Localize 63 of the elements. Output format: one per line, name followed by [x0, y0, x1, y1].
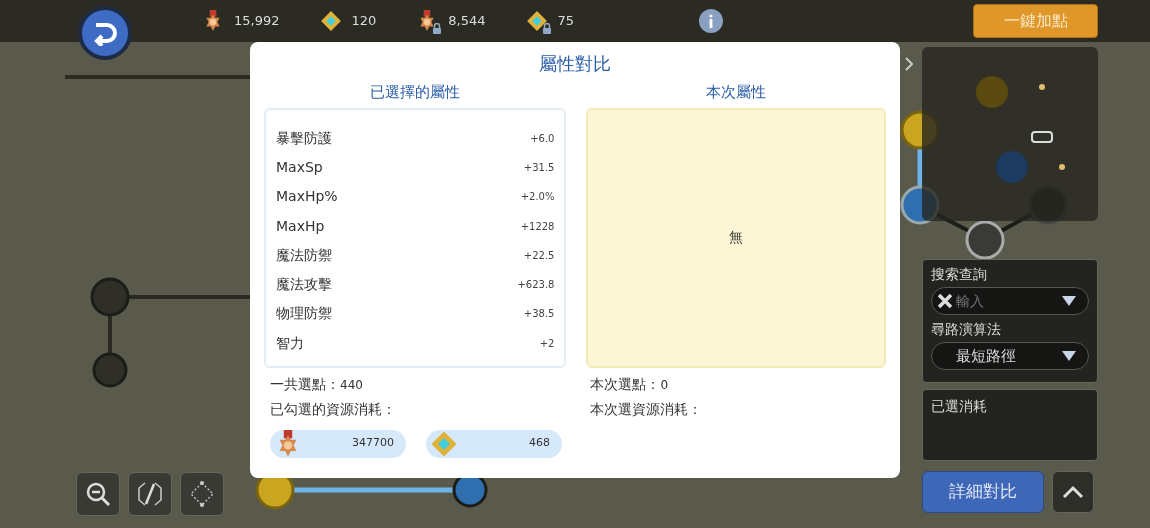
- total-points-label: 一共選點：: [270, 374, 340, 394]
- algorithm-dropdown[interactable]: 最短路徑: [931, 342, 1089, 370]
- connector-line: [108, 315, 112, 354]
- attribute-value: +38.5: [523, 307, 555, 322]
- total-points-value: 440: [340, 376, 363, 394]
- cost-label: 已勾選的資源消耗：: [270, 399, 397, 419]
- attribute-name: MaxHp%: [276, 187, 338, 207]
- search-input[interactable]: 輸入: [956, 290, 1056, 312]
- attribute-name: 魔法攻擊: [276, 275, 332, 295]
- connector-line: [917, 148, 923, 187]
- current-cost-label: 本次選資源消耗：: [590, 399, 704, 419]
- attribute-value: +6.0: [530, 131, 555, 146]
- skill-node[interactable]: [92, 352, 128, 388]
- search-combo-box[interactable]: 輸入: [931, 287, 1089, 315]
- skill-node[interactable]: [965, 220, 1005, 260]
- algorithm-label: 尋路演算法: [931, 320, 1002, 339]
- attribute-name: 暴擊防護: [276, 128, 332, 148]
- dropdown-triangle-icon: [1062, 351, 1076, 361]
- attribute-value: +2.0%: [520, 190, 555, 205]
- clear-icon: [936, 292, 954, 310]
- attribute-name: MaxHp: [276, 216, 325, 236]
- zoom-out-icon: [85, 481, 111, 507]
- attribute-name: 智力: [276, 333, 304, 353]
- expand-button[interactable]: [1052, 471, 1094, 513]
- cost-value: 347700: [352, 435, 394, 452]
- attribute-value: +31.5: [523, 160, 555, 175]
- attribute-value: +2: [539, 336, 555, 351]
- hexagon-slash-icon: [137, 480, 163, 508]
- info-icon: [708, 14, 715, 28]
- cost-panel-label: 已選消耗: [931, 398, 987, 414]
- attribute-name: MaxSp: [276, 157, 323, 177]
- resource-count: 8,544: [448, 12, 486, 31]
- dropdown-triangle-icon: [1062, 296, 1076, 306]
- current-points-value: 0: [660, 376, 669, 394]
- gem-icon: [525, 10, 548, 32]
- empty-text: 無: [729, 228, 744, 247]
- resource-count: 75: [557, 12, 575, 31]
- column-header: 本次屬性: [705, 82, 768, 103]
- chevron-up-icon: [1062, 485, 1084, 499]
- zoom-out-button[interactable]: [76, 472, 120, 516]
- dialog-title: 屬性對比: [538, 52, 612, 76]
- attribute-name: 魔法防禦: [276, 245, 332, 265]
- cost-value: 468: [529, 435, 550, 452]
- path-nodes-button[interactable]: [180, 472, 224, 516]
- gem-icon: [319, 10, 342, 32]
- back-button[interactable]: [78, 6, 132, 60]
- attribute-value: +1228: [520, 219, 555, 234]
- chevron-right-icon: [904, 56, 914, 72]
- attribute-value: +623.8: [517, 278, 555, 293]
- detail-compare-button[interactable]: 詳細對比: [922, 471, 1044, 513]
- column-header: 已選擇的屬性: [369, 82, 462, 103]
- return-arrow-icon: [92, 20, 118, 46]
- current-points-label: 本次選點：: [590, 374, 661, 394]
- resource-count: 120: [351, 12, 377, 31]
- skill-node[interactable]: [90, 277, 130, 317]
- search-label: 搜索查詢: [931, 265, 988, 284]
- gem-icon: [430, 429, 458, 458]
- attribute-name: 物理防禦: [276, 304, 332, 324]
- attribute-value: +22.5: [523, 248, 555, 263]
- path-nodes-icon: [189, 480, 215, 508]
- hexagon-slash-button[interactable]: [128, 472, 172, 516]
- resource-count: 15,992: [234, 12, 280, 31]
- info-button[interactable]: [699, 9, 724, 33]
